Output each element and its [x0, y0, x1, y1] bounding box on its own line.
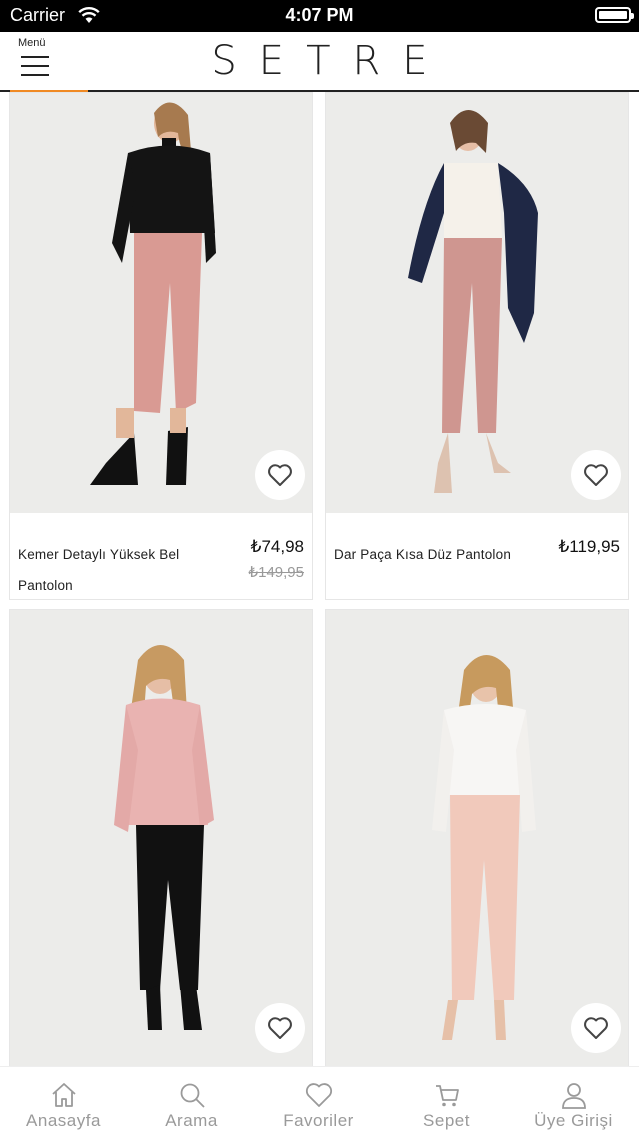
product-name: Dar Paça Kısa Düz Pantolon [334, 547, 512, 562]
tab-label: Üye Girişi [534, 1111, 613, 1130]
model-figure [114, 645, 214, 1030]
tab-account[interactable]: Üye Girişi [510, 1067, 637, 1137]
model-figure [432, 655, 536, 1040]
tab-label: Favoriler [283, 1111, 354, 1130]
heart-icon [268, 464, 292, 486]
tab-home[interactable]: Anasayfa [0, 1067, 127, 1137]
tab-label: Sepet [423, 1111, 470, 1130]
tab-cart[interactable]: Sepet [383, 1067, 510, 1137]
tab-search[interactable]: Arama [128, 1067, 255, 1137]
heart-icon [305, 1083, 332, 1107]
cart-icon [435, 1085, 459, 1107]
favorite-button[interactable] [255, 1003, 305, 1053]
product-card[interactable] [9, 609, 313, 1066]
bottom-tab-bar: Anasayfa Arama Favoriler Sepet Üye Giriş… [0, 1066, 639, 1137]
product-price: ₺119,95 [558, 537, 620, 556]
model-figure [90, 102, 216, 485]
product-image[interactable] [10, 610, 312, 1066]
product-name: Kemer Detaylı Yüksek Bel Pantolon [18, 547, 180, 593]
status-bar: Carrier 4:07 PM [0, 0, 639, 32]
user-icon [561, 1083, 586, 1109]
product-info[interactable]: Kemer Detaylı Yüksek Bel Pantolon ₺74,98… [10, 513, 312, 601]
product-card[interactable]: Kemer Detaylı Yüksek Bel Pantolon ₺74,98… [9, 92, 313, 600]
heart-icon [584, 1017, 608, 1039]
heart-icon [584, 464, 608, 486]
tab-label: Anasayfa [26, 1111, 101, 1130]
product-card[interactable]: Dar Paça Kısa Düz Pantolon ₺119,95 [325, 92, 629, 600]
product-image[interactable] [326, 93, 628, 513]
product-image[interactable] [326, 610, 628, 1066]
tab-favorites[interactable]: Favoriler [255, 1067, 382, 1137]
product-grid: Kemer Detaylı Yüksek Bel Pantolon ₺74,98… [0, 92, 639, 1066]
product-image[interactable] [10, 93, 312, 513]
product-old-price: ₺149,95 [248, 564, 304, 581]
favorite-button[interactable] [571, 450, 621, 500]
battery-icon [595, 7, 634, 23]
product-card[interactable] [325, 609, 629, 1066]
app-header: Menü SETRE [0, 32, 639, 95]
favorite-button[interactable] [571, 1003, 621, 1053]
brand-logo[interactable]: SETRE [0, 38, 639, 84]
heart-icon [268, 1017, 292, 1039]
favorite-button[interactable] [255, 450, 305, 500]
product-price: ₺74,98 [250, 537, 304, 556]
model-figure [408, 110, 538, 493]
status-time: 4:07 PM [285, 5, 354, 25]
tab-label: Arama [165, 1111, 218, 1130]
product-info[interactable]: Dar Paça Kısa Düz Pantolon ₺119,95 [326, 513, 628, 601]
home-icon [51, 1083, 76, 1107]
search-icon [180, 1083, 205, 1108]
